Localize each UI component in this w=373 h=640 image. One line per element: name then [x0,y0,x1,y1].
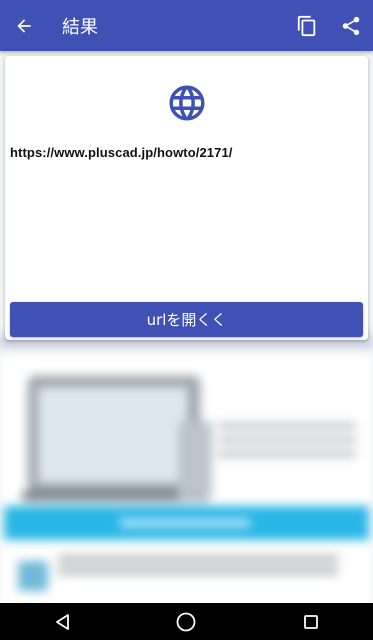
nav-back-triangle-icon [56,613,70,630]
nav-home-circle-icon [177,612,196,631]
system-navigation-bar [0,603,373,640]
result-card: https://www.pluscad.jp/howto/2171/ urlを開… [5,56,368,340]
arrow-back-icon [17,18,31,33]
open-url-button[interactable]: urlを開くく [10,302,363,337]
page-title: 結果 [62,16,98,38]
globe-icon [169,85,205,121]
copy-icon [297,15,316,36]
nav-home-button[interactable] [156,603,216,640]
nav-recents-square-icon [303,614,318,629]
back-button[interactable] [0,0,48,51]
nav-recents-button[interactable] [281,603,341,640]
nav-back-button[interactable] [32,603,92,640]
result-url-text: https://www.pluscad.jp/howto/2171/ [10,145,233,160]
share-icon [342,16,360,35]
share-button[interactable] [329,0,373,51]
copy-button[interactable] [285,0,329,51]
app-bar: 結果 [0,0,373,51]
